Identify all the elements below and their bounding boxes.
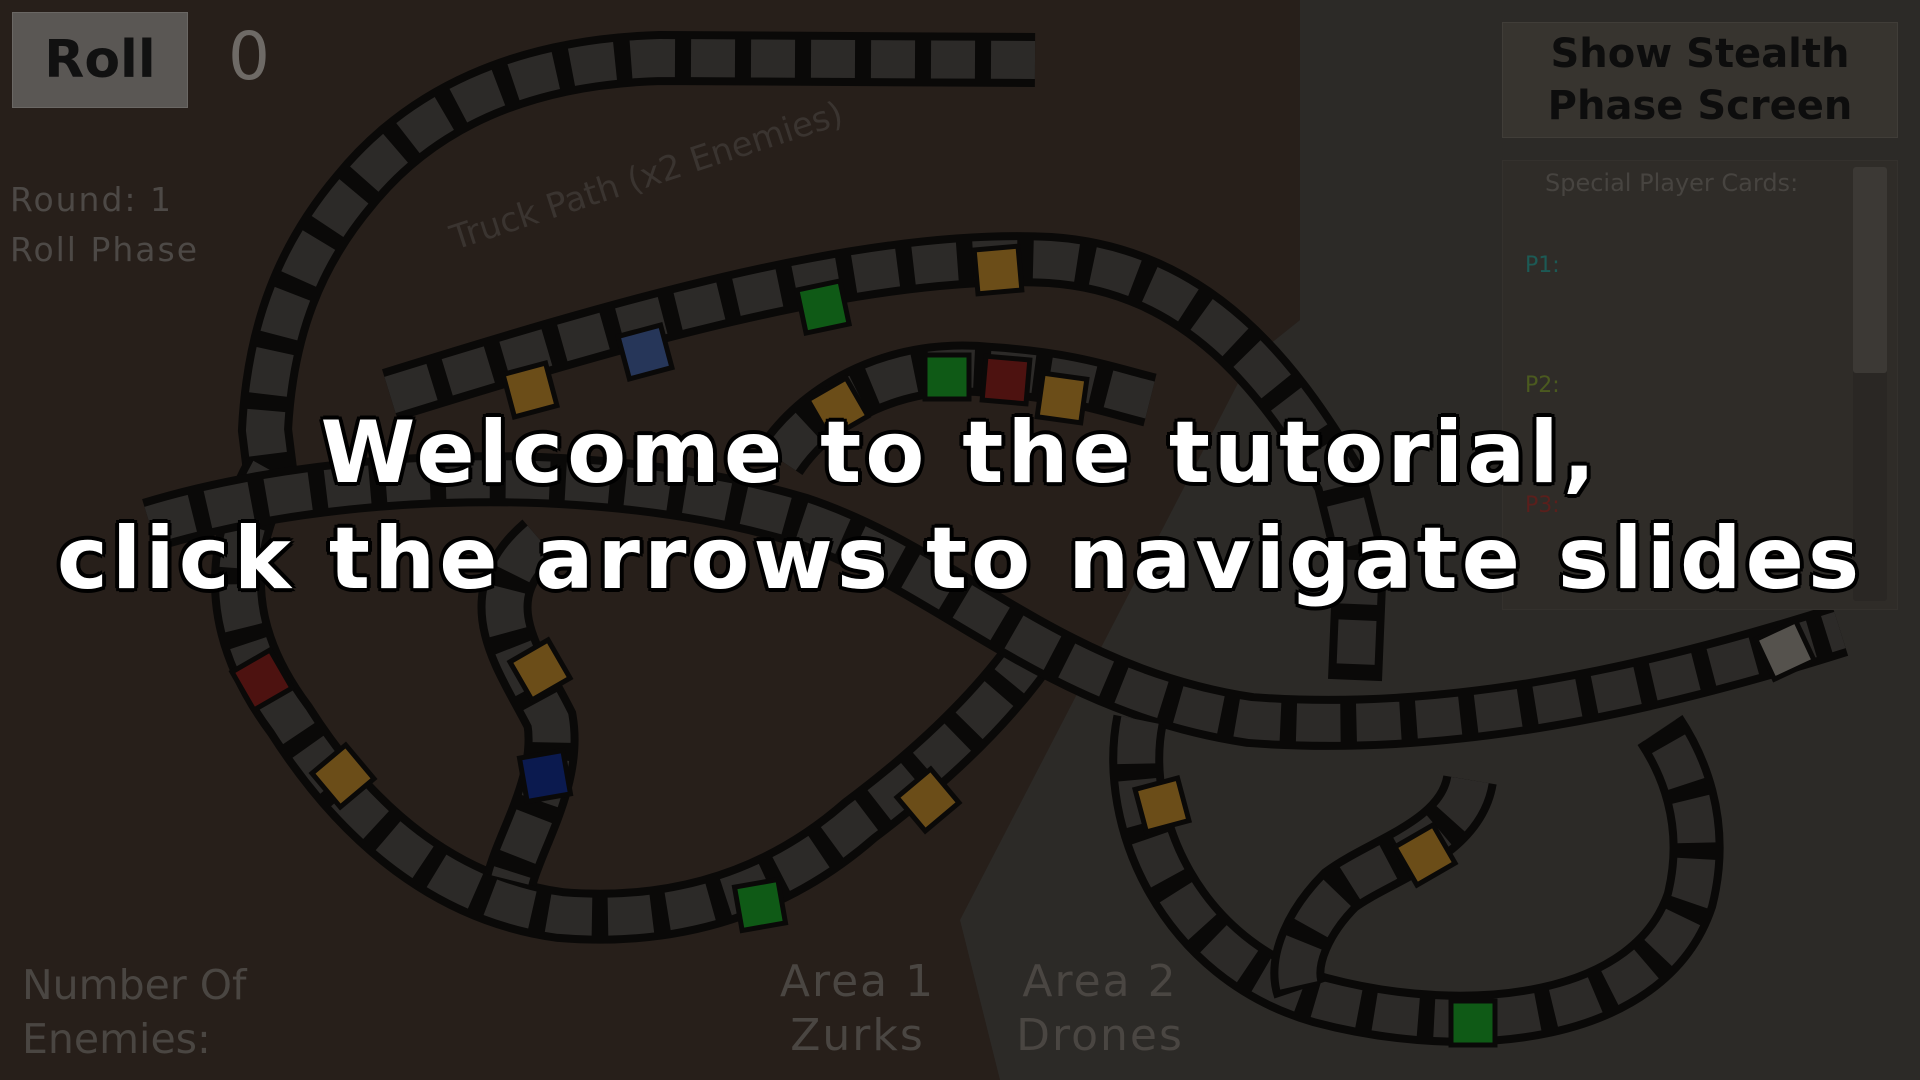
roll-button[interactable]: Roll bbox=[12, 12, 188, 108]
special-tile-green bbox=[1448, 998, 1498, 1048]
special-tile-red bbox=[979, 353, 1033, 407]
tutorial-line1: Welcome to the tutorial, bbox=[320, 403, 1600, 503]
round-label: Round: 1 bbox=[10, 180, 174, 219]
special-tile-blue bbox=[614, 321, 676, 383]
area-1-label: Area 1 Zurks bbox=[770, 955, 945, 1063]
area1-line2: Zurks bbox=[790, 1010, 925, 1061]
stealth-button-line2: Phase Screen bbox=[1547, 83, 1853, 129]
special-tile-orange bbox=[1131, 774, 1193, 836]
show-stealth-phase-button[interactable]: Show Stealth Phase Screen bbox=[1502, 22, 1898, 138]
special-tile-green bbox=[922, 352, 972, 402]
special-tile-orange bbox=[971, 243, 1025, 297]
number-of-enemies-label: Number Of Enemies: bbox=[22, 958, 246, 1066]
phase-label: Roll Phase bbox=[10, 230, 199, 269]
cards-panel-title: Special Player Cards: bbox=[1545, 169, 1799, 197]
roll-value: 0 bbox=[228, 18, 270, 95]
enemies-line1: Number Of bbox=[22, 961, 247, 1009]
special-tile-green bbox=[793, 277, 853, 337]
player-2-label: P2: bbox=[1525, 373, 1560, 398]
tutorial-line2: click the arrows to navigate slides bbox=[56, 509, 1864, 609]
area2-line2: Drones bbox=[1016, 1010, 1184, 1061]
enemies-line2: Enemies: bbox=[22, 1015, 211, 1063]
area1-line1: Area 1 bbox=[779, 956, 936, 1007]
cards-scroll-thumb[interactable] bbox=[1853, 167, 1887, 373]
area-2-label: Area 2 Drones bbox=[1010, 955, 1190, 1063]
stealth-button-line1: Show Stealth bbox=[1550, 31, 1850, 77]
area2-line1: Area 2 bbox=[1022, 956, 1178, 1007]
tutorial-welcome-message: Welcome to the tutorial, click the arrow… bbox=[0, 400, 1920, 612]
special-tile-green bbox=[731, 876, 789, 934]
special-tile-dark_blue bbox=[516, 747, 574, 805]
player-1-label: P1: bbox=[1525, 253, 1560, 278]
